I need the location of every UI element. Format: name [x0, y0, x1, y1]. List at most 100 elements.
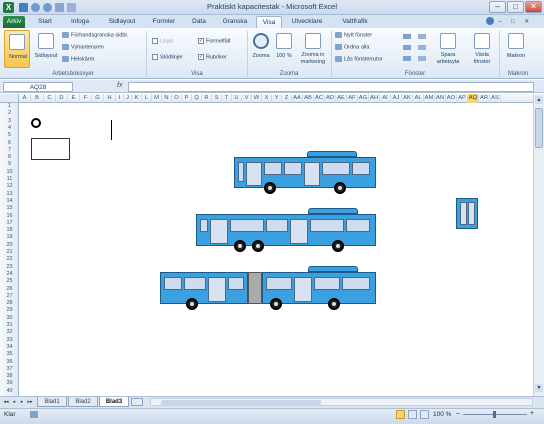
view-side-by-side-icon[interactable] — [418, 34, 426, 39]
row-header[interactable]: 2 — [0, 110, 19, 117]
insert-function-icon[interactable]: fx — [117, 82, 122, 89]
help-icon[interactable] — [486, 17, 494, 25]
normal-view-button[interactable]: Normal — [4, 30, 30, 68]
bus-long[interactable] — [196, 208, 376, 256]
row-header[interactable]: 17 — [0, 220, 19, 227]
tab-utvecklare[interactable]: Utvecklare — [284, 16, 330, 28]
row-header[interactable]: 14 — [0, 198, 19, 205]
row-header[interactable]: 20 — [0, 242, 19, 249]
hide-icon[interactable] — [403, 45, 411, 50]
formula-bar-checkbox[interactable]: ✓ Formelfält — [198, 38, 230, 44]
column-header[interactable]: Q — [192, 94, 202, 103]
row-header[interactable]: 39 — [0, 380, 19, 387]
column-header[interactable]: M — [152, 94, 162, 103]
close-button[interactable]: ✕ — [525, 1, 542, 13]
zoom-slider-thumb[interactable] — [493, 411, 496, 418]
row-header[interactable]: 25 — [0, 278, 19, 285]
bus-standard[interactable] — [234, 151, 376, 197]
sheet-tab-blad1[interactable]: Blad1 — [37, 397, 67, 407]
column-header[interactable]: AO — [446, 94, 457, 103]
column-header[interactable]: AE — [336, 94, 347, 103]
unhide-icon[interactable] — [403, 56, 411, 61]
tab-formler[interactable]: Formler — [146, 16, 182, 28]
column-header[interactable]: O — [172, 94, 182, 103]
first-sheet-icon[interactable]: ◂◂ — [2, 398, 10, 406]
column-header[interactable]: I — [116, 94, 124, 103]
minimize-button[interactable]: – — [489, 1, 506, 13]
row-header[interactable]: 26 — [0, 286, 19, 293]
ribbon-window-controls[interactable]: – □ ✕ — [498, 18, 538, 25]
reset-window-position-icon[interactable] — [418, 56, 426, 61]
row-header[interactable]: 28 — [0, 300, 19, 307]
column-header[interactable]: Y — [272, 94, 282, 103]
vertical-scroll-thumb[interactable] — [535, 108, 543, 148]
column-header[interactable]: J — [124, 94, 132, 103]
formula-input[interactable] — [128, 82, 534, 92]
sheet-tab-blad3[interactable]: Blad3 — [99, 397, 129, 407]
column-header[interactable]: T — [222, 94, 232, 103]
column-header[interactable]: E — [68, 94, 80, 103]
column-header[interactable]: D — [56, 94, 68, 103]
next-sheet-icon[interactable]: ▸ — [18, 398, 26, 406]
last-sheet-icon[interactable]: ▸▸ — [26, 398, 34, 406]
column-header[interactable]: AD — [325, 94, 336, 103]
vertical-line-shape[interactable] — [111, 120, 112, 140]
column-header[interactable]: AN — [435, 94, 446, 103]
column-header[interactable]: G — [92, 94, 104, 103]
save-workspace-button[interactable]: Spara arbetsyta — [432, 30, 464, 68]
column-header[interactable]: AL — [413, 94, 424, 103]
column-header[interactable]: H — [104, 94, 116, 103]
maximize-button[interactable]: □ — [507, 1, 524, 13]
row-header[interactable]: 34 — [0, 344, 19, 351]
custom-views-button[interactable]: Vyhanteraren — [62, 44, 104, 50]
column-header[interactable]: AK — [402, 94, 413, 103]
ruler-checkbox[interactable]: Linjal — [152, 38, 173, 44]
vertical-scrollbar[interactable]: ▲ ▼ — [533, 94, 544, 396]
row-header[interactable]: 36 — [0, 359, 19, 366]
synchronous-scrolling-icon[interactable] — [418, 45, 426, 50]
row-header[interactable]: 11 — [0, 176, 19, 183]
scroll-up-icon[interactable]: ▲ — [535, 96, 543, 104]
split-icon[interactable] — [403, 34, 411, 39]
row-header[interactable]: 31 — [0, 322, 19, 329]
macro-record-icon[interactable] — [30, 411, 38, 418]
column-header[interactable]: AJ — [391, 94, 402, 103]
column-header[interactable]: C — [44, 94, 56, 103]
row-header[interactable]: 27 — [0, 293, 19, 300]
row-header[interactable]: 29 — [0, 307, 19, 314]
name-box[interactable]: AQ28 — [3, 82, 73, 92]
zoom-level[interactable]: 100 % — [433, 411, 451, 418]
horizontal-scrollbar[interactable] — [150, 398, 533, 406]
full-screen-button[interactable]: Helskärm — [62, 56, 94, 62]
row-header[interactable]: 6 — [0, 140, 19, 147]
column-header[interactable]: R — [202, 94, 212, 103]
tab-vattfrafik[interactable]: Vattfrafik — [332, 16, 378, 28]
row-header[interactable]: 3 — [0, 118, 19, 125]
row-header[interactable]: 32 — [0, 329, 19, 336]
column-header[interactable]: AC — [314, 94, 325, 103]
row-header[interactable]: 33 — [0, 337, 19, 344]
macros-button[interactable]: Makron — [502, 30, 530, 68]
row-header[interactable]: 5 — [0, 132, 19, 139]
column-header[interactable]: AB — [303, 94, 314, 103]
page-layout-status-icon[interactable] — [408, 410, 417, 419]
row-header[interactable]: 16 — [0, 213, 19, 220]
select-all-corner[interactable] — [0, 94, 19, 103]
row-header[interactable]: 7 — [0, 147, 19, 154]
column-header[interactable]: W — [252, 94, 262, 103]
rectangle-shape[interactable] — [31, 138, 70, 160]
row-header[interactable]: 38 — [0, 373, 19, 380]
column-header[interactable]: L — [142, 94, 152, 103]
column-header[interactable]: A — [19, 94, 31, 103]
row-header[interactable]: 22 — [0, 256, 19, 263]
headings-checkbox[interactable]: ✓ Rubriker — [198, 54, 227, 60]
column-header[interactable]: AS — [490, 94, 501, 103]
row-header[interactable]: 40 — [0, 388, 19, 395]
column-header[interactable]: AM — [424, 94, 435, 103]
zoom-out-button[interactable]: – — [456, 410, 460, 417]
column-header[interactable]: V — [242, 94, 252, 103]
tab-data[interactable]: Data — [184, 16, 214, 28]
gridlines-checkbox[interactable]: Stödlinjer — [152, 54, 183, 60]
normal-view-status-icon[interactable] — [396, 410, 405, 419]
sheet-tab-blad2[interactable]: Blad2 — [68, 397, 98, 407]
